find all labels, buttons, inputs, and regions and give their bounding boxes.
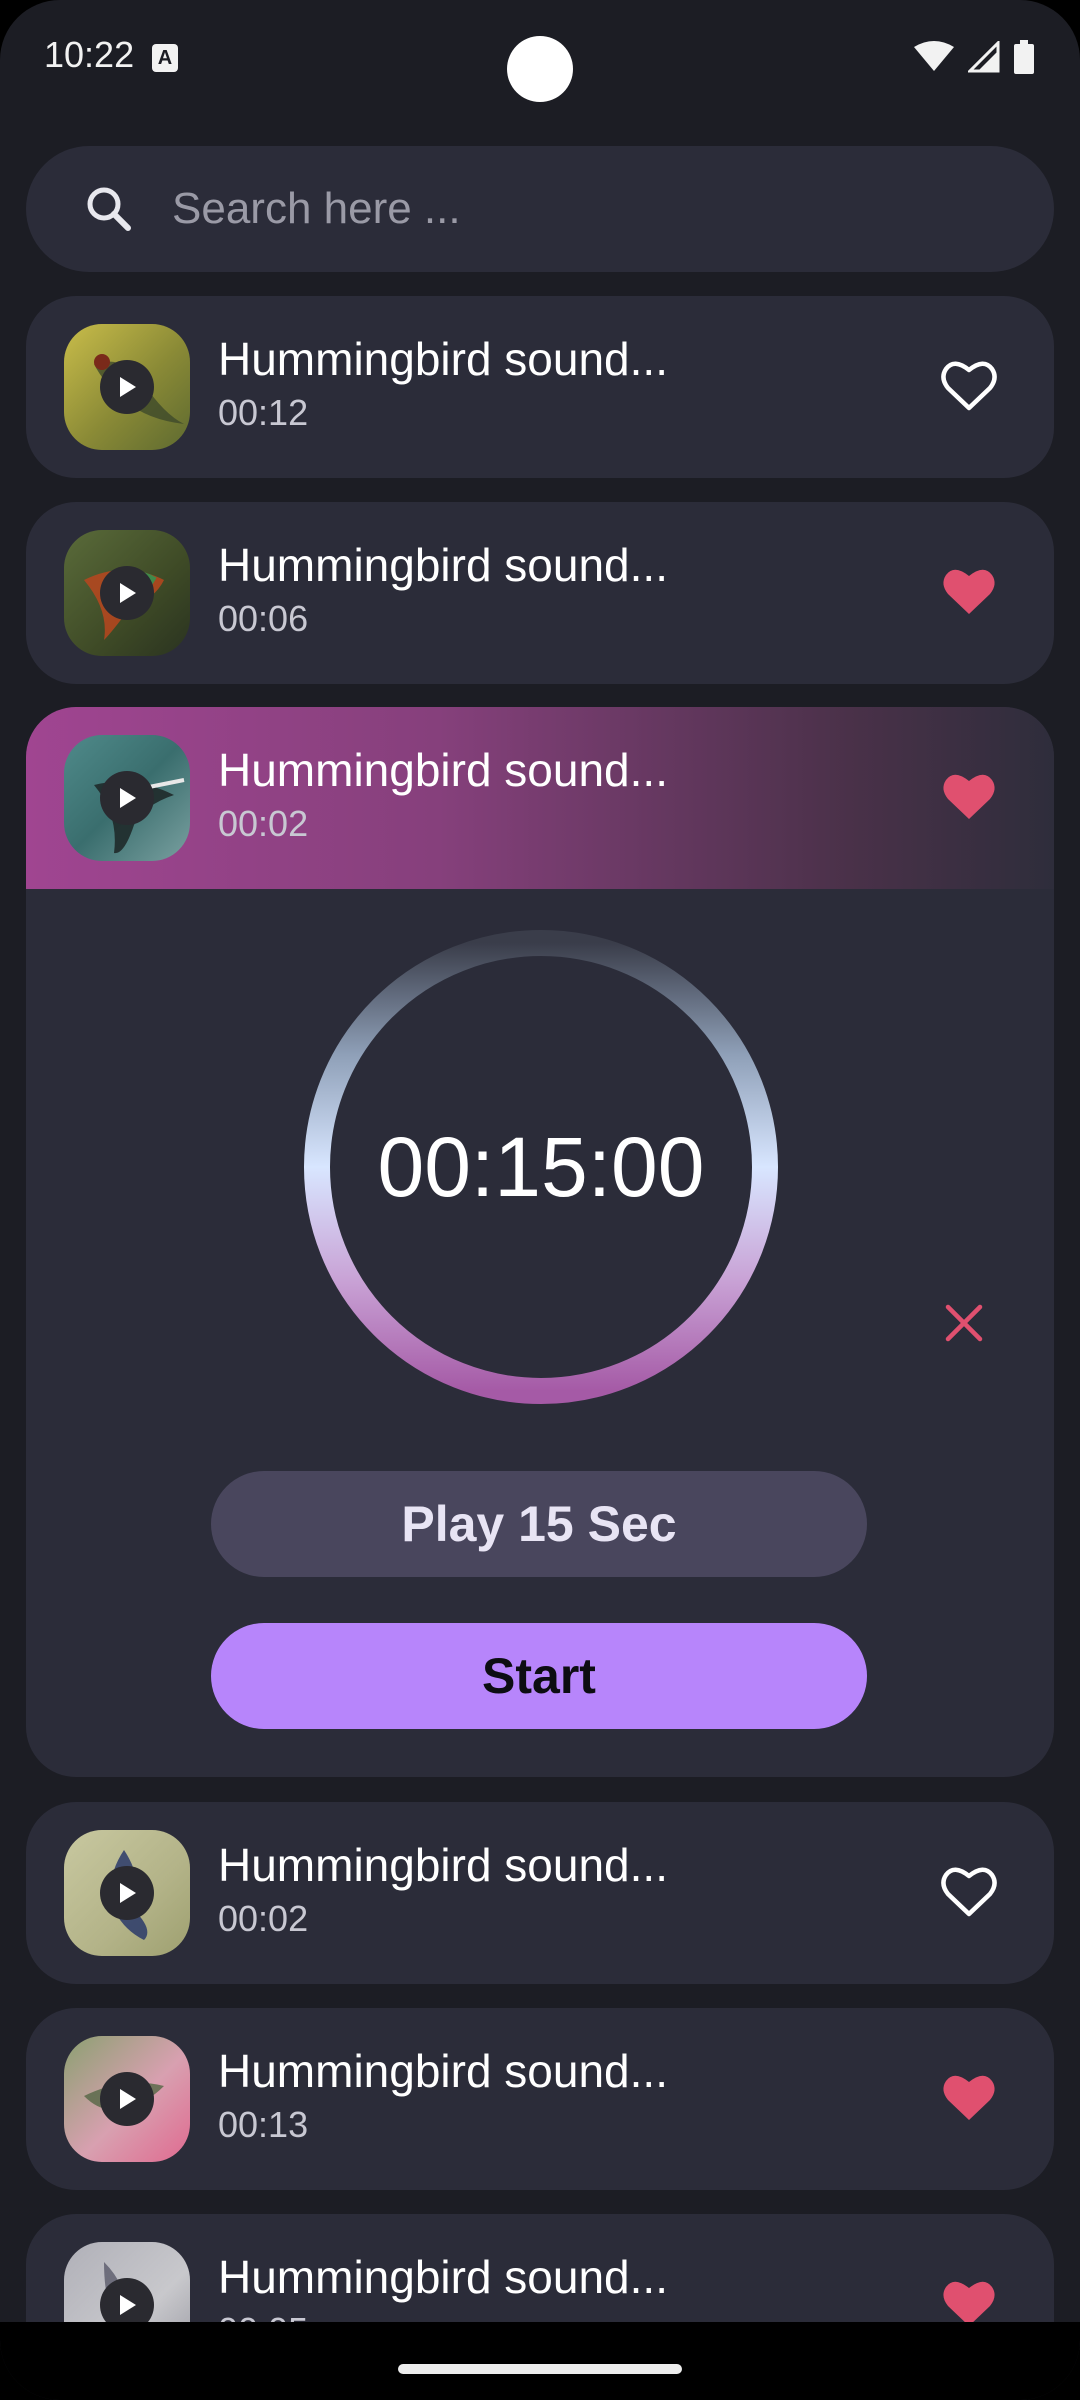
wifi-icon: [914, 41, 954, 71]
play-button[interactable]: [100, 2072, 154, 2126]
expanded-sound-card: Hummingbird sound... 00:02 00:15:00 Play…: [26, 707, 1054, 1777]
status-bar: 10:22 A: [0, 0, 1080, 120]
heart-filled-icon[interactable]: [940, 564, 998, 618]
sound-duration: 00:12: [218, 392, 309, 433]
play-icon: [120, 377, 136, 397]
sound-card[interactable]: Hummingbird sound... 00:13: [26, 2008, 1054, 2190]
app-screen: 10:22 A Hummingbird sound... 00:12: [0, 0, 1080, 2400]
sound-card[interactable]: Hummingbird sound... 00:06: [26, 502, 1054, 684]
sound-card[interactable]: Hummingbird sound... 00:02: [26, 1802, 1054, 1984]
start-button[interactable]: Start: [211, 1623, 867, 1729]
camera-cutout: [507, 36, 573, 102]
play-button[interactable]: [100, 771, 154, 825]
heart-outline-icon[interactable]: [940, 358, 998, 412]
play-icon: [120, 2295, 136, 2315]
signal-icon: [968, 41, 1000, 73]
play-15-sec-button[interactable]: Play 15 Sec: [211, 1471, 867, 1577]
search-icon: [87, 187, 131, 231]
search-bar[interactable]: [26, 146, 1054, 272]
status-icons: [914, 40, 1034, 74]
status-time: 10:22: [44, 34, 135, 75]
timer-ring: 00:15:00: [303, 929, 779, 1405]
sound-thumbnail[interactable]: [64, 1830, 190, 1956]
navigation-bar: [0, 2322, 1080, 2400]
heart-outline-icon[interactable]: [940, 1864, 998, 1918]
heart-filled-icon[interactable]: [940, 2070, 998, 2124]
play-icon: [120, 788, 136, 808]
sound-title: Hummingbird sound...: [218, 1839, 668, 1891]
sound-thumbnail[interactable]: [64, 735, 190, 861]
play-button[interactable]: [100, 360, 154, 414]
sound-title: Hummingbird sound...: [218, 333, 668, 385]
sound-thumbnail[interactable]: [64, 2036, 190, 2162]
sound-duration: 00:13: [218, 2104, 309, 2145]
sound-title: Hummingbird sound...: [218, 744, 668, 796]
sound-card[interactable]: Hummingbird sound... 00:12: [26, 296, 1054, 478]
play-icon: [120, 583, 136, 603]
sound-title: Hummingbird sound...: [218, 539, 668, 591]
gesture-handle[interactable]: [398, 2364, 682, 2374]
sound-title: Hummingbird sound...: [218, 2045, 668, 2097]
play-icon: [120, 1883, 136, 1903]
sound-thumbnail[interactable]: [64, 324, 190, 450]
play-button[interactable]: [100, 566, 154, 620]
sound-duration: 00:02: [218, 1898, 309, 1939]
battery-icon: [1014, 40, 1034, 74]
sound-thumbnail[interactable]: [64, 530, 190, 656]
sound-duration: 00:02: [218, 803, 309, 844]
heart-filled-icon[interactable]: [940, 769, 998, 823]
play-button[interactable]: [100, 1866, 154, 1920]
expanded-card-header[interactable]: Hummingbird sound... 00:02: [26, 707, 1054, 889]
notification-icon: A: [152, 44, 178, 72]
sound-title: Hummingbird sound...: [218, 2251, 668, 2303]
play-icon: [120, 2089, 136, 2109]
sound-duration: 00:06: [218, 598, 309, 639]
close-icon[interactable]: [942, 1301, 986, 1345]
search-input[interactable]: [172, 174, 992, 244]
timer-display: 00:15:00: [377, 1119, 705, 1214]
